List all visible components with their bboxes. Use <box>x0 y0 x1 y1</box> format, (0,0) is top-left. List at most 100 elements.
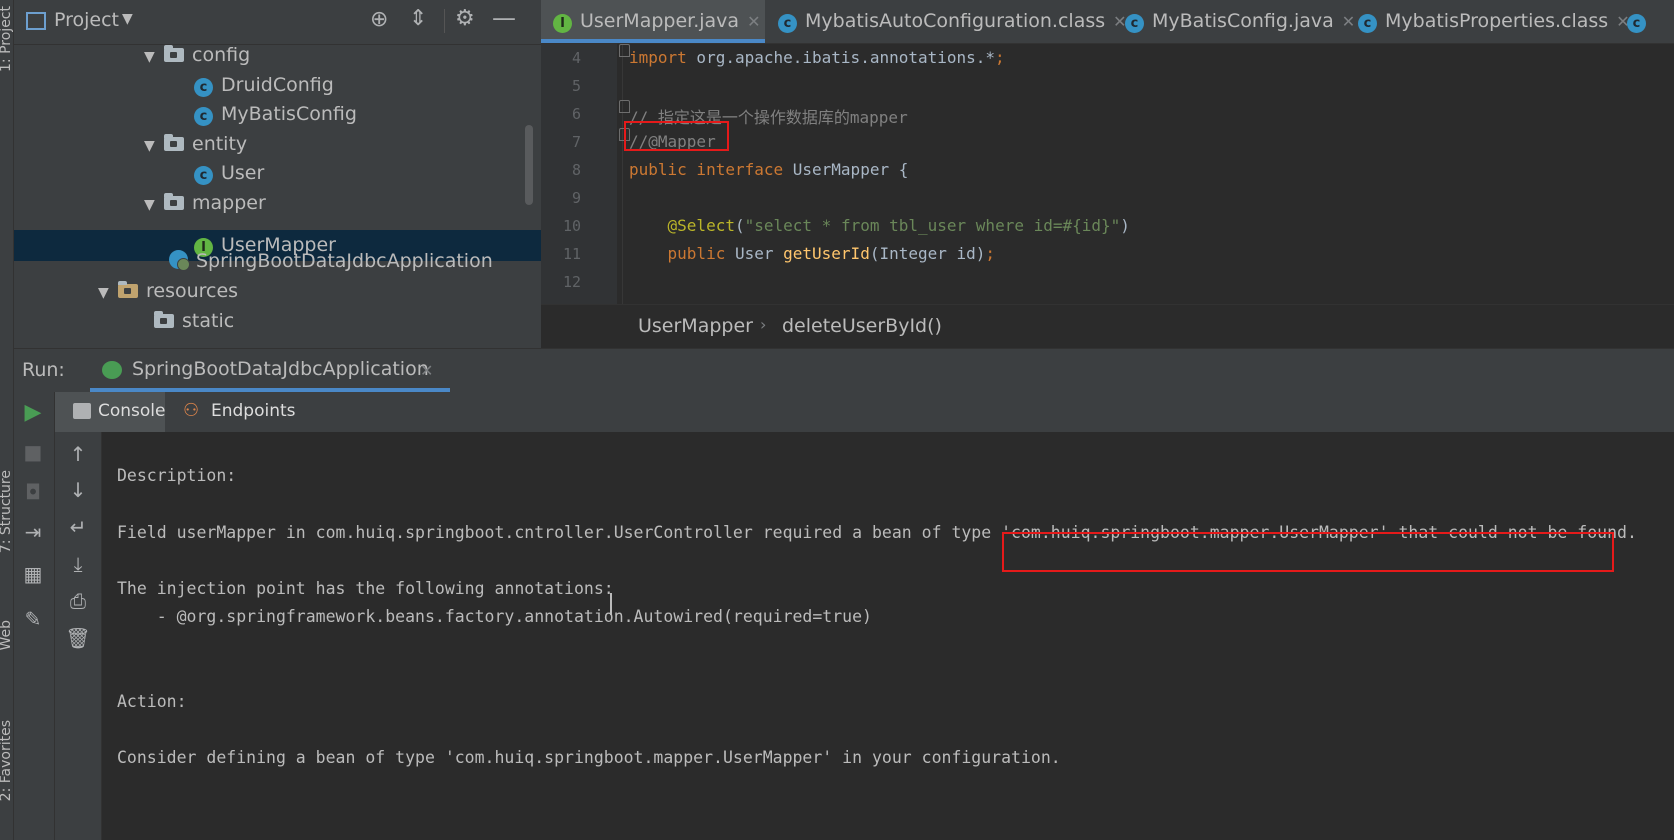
tree-item-druidconfig[interactable]: c DruidConfig <box>194 70 334 101</box>
tab-label: Console <box>98 401 166 421</box>
spring-boot-class-icon <box>169 250 190 271</box>
tab-mybatisautoconfiguration-class[interactable]: c MybatisAutoConfiguration.class ✕ <box>766 0 1127 43</box>
soft-wrap-icon[interactable]: ↵ <box>63 515 93 539</box>
tab-mybatisproperties-class[interactable]: c MybatisProperties.class ✕ <box>1346 0 1630 43</box>
text-caret <box>610 593 612 615</box>
fold-marker-icon[interactable] <box>619 100 630 113</box>
code-token: ; <box>995 48 1005 67</box>
tab-usermapper-java[interactable]: I UserMapper.java ✕ <box>541 0 765 43</box>
tab-console[interactable]: Console <box>55 392 166 432</box>
code-editor[interactable]: import org.apache.ibatis.annotations.*; /… <box>541 44 1674 304</box>
class-icon: c <box>194 107 213 126</box>
expand-arrow-icon[interactable]: ▼ <box>144 190 164 221</box>
layout-icon[interactable]: ▦ <box>18 562 48 586</box>
line-number: 4 <box>571 49 581 67</box>
code-line: public User getUserId(Integer id); <box>629 244 996 263</box>
console-line: The injection point has the following an… <box>117 579 614 599</box>
breadcrumb-item-method[interactable]: deleteUserById() <box>782 315 942 337</box>
tree-item-label: MyBatisConfig <box>221 103 357 125</box>
project-panel: Project ▼ ⊕ ⇕ ⚙ — ▼ config c DruidConfig c… <box>14 0 541 348</box>
collapse-all-icon[interactable]: ⇕ <box>409 6 427 31</box>
arrow-down-icon[interactable]: ↓ <box>63 478 93 502</box>
console-line: Description: <box>117 466 237 486</box>
folder-icon <box>164 134 184 151</box>
stripe-tab-web[interactable]: Web <box>0 620 14 651</box>
pin-icon[interactable]: ✎ <box>18 607 48 631</box>
console-toolbar: ↑ ↓ ↵ ⤓ ⎙ 🗑 <box>55 432 102 840</box>
print-icon[interactable]: ⎙ <box>63 589 93 613</box>
stripe-tab-structure[interactable]: 7: Structure <box>0 470 14 553</box>
class-icon: c <box>194 78 213 97</box>
run-subtabs: Console ⚇ Endpoints <box>55 392 1674 433</box>
endpoints-icon: ⚇ <box>183 400 200 421</box>
code-token: User <box>725 244 784 263</box>
code-token: public interface <box>629 160 784 179</box>
project-title[interactable]: Project <box>54 9 119 31</box>
console-line: Consider defining a bean of type 'com.hu… <box>117 748 1061 768</box>
close-icon[interactable]: ✕ <box>747 12 760 31</box>
gear-icon[interactable]: ⚙ <box>455 6 475 31</box>
expand-arrow-icon[interactable]: ▼ <box>144 131 164 162</box>
tree-scrollbar[interactable] <box>525 125 533 205</box>
console-icon <box>73 403 91 419</box>
expand-arrow-icon[interactable]: ▼ <box>144 42 164 73</box>
class-icon: c <box>1627 14 1646 33</box>
console-line: - @org.springframework.beans.factory.ann… <box>117 607 872 627</box>
line-number: 7 <box>571 133 581 151</box>
chevron-down-icon[interactable]: ▼ <box>122 11 133 27</box>
tree-item-config[interactable]: ▼ config <box>144 40 250 71</box>
tab-overflow[interactable]: c <box>1615 0 1674 43</box>
minimize-icon[interactable]: — <box>492 4 516 32</box>
code-token: ( <box>734 216 745 235</box>
tree-item-resources[interactable]: ▼ resources <box>98 276 238 307</box>
tab-label: Endpoints <box>211 401 296 421</box>
tab-mybatisconfig-java[interactable]: c MyBatisConfig.java ✕ <box>1113 0 1355 43</box>
run-label: Run: <box>22 359 65 381</box>
close-icon[interactable]: ✕ <box>420 361 433 380</box>
tree-item-mapper[interactable]: ▼ mapper <box>144 188 266 219</box>
tab-label: MybatisProperties.class <box>1385 10 1609 32</box>
folder-icon <box>154 311 174 328</box>
tree-item-entity[interactable]: ▼ entity <box>144 129 247 160</box>
code-token: public <box>629 244 726 263</box>
code-line: @Select("select * from tbl_user where id… <box>629 216 1130 235</box>
class-icon: c <box>778 14 797 33</box>
expand-arrow-icon[interactable]: ▼ <box>98 278 118 309</box>
stripe-tab-project[interactable]: 1: Project <box>0 6 14 72</box>
breadcrumb-item-class[interactable]: UserMapper <box>638 315 753 337</box>
tree-item-label: entity <box>192 133 248 155</box>
tree-item-user[interactable]: c User <box>194 158 264 189</box>
stripe-tab-favorites[interactable]: 2: Favorites <box>0 720 14 801</box>
tree-item-label: DruidConfig <box>221 74 334 96</box>
class-icon: c <box>1358 14 1377 33</box>
run-config-name: SpringBootDataJdbcApplication <box>132 358 429 380</box>
camera-icon[interactable]: ◘ <box>18 480 48 504</box>
code-token: getUserId <box>783 244 870 263</box>
code-token: import <box>629 48 687 67</box>
trash-icon[interactable]: 🗑 <box>63 626 93 650</box>
exit-icon[interactable]: ⇥ <box>18 520 48 544</box>
arrow-up-icon[interactable]: ↑ <box>63 442 93 466</box>
locate-icon[interactable]: ⊕ <box>370 7 388 32</box>
highlight-box-error-message <box>1002 532 1614 572</box>
console-output[interactable]: ***************************Description:F… <box>102 432 1674 840</box>
tree-item-springbootdatajdbcapplication[interactable]: SpringBootDataJdbcApplication <box>169 246 493 277</box>
rerun-icon[interactable]: ▶ <box>18 400 48 425</box>
line-number: 11 <box>562 245 581 263</box>
stop-icon[interactable]: ■ <box>18 440 48 464</box>
line-number: 10 <box>562 217 581 235</box>
tab-endpoints[interactable]: ⚇ Endpoints <box>173 392 303 432</box>
tree-item-mybatisconfig[interactable]: c MyBatisConfig <box>194 99 357 130</box>
line-number: 6 <box>571 105 581 123</box>
fold-marker-icon[interactable] <box>619 44 630 57</box>
spring-boot-run-icon <box>102 361 122 379</box>
code-token: org.apache.ibatis.annotations.* <box>686 48 996 67</box>
breadcrumb: UserMapper › deleteUserById() <box>541 304 1674 349</box>
code-token: ; <box>985 244 996 263</box>
tree-item-label: SpringBootDataJdbcApplication <box>196 250 493 272</box>
highlight-box-mapper-annotation <box>624 121 729 151</box>
tree-item-static[interactable]: static <box>154 306 234 337</box>
run-config-tab[interactable]: SpringBootDataJdbcApplication ✕ <box>90 349 450 392</box>
scroll-to-end-icon[interactable]: ⤓ <box>63 552 93 576</box>
code-line: import org.apache.ibatis.annotations.*; <box>629 48 1005 67</box>
